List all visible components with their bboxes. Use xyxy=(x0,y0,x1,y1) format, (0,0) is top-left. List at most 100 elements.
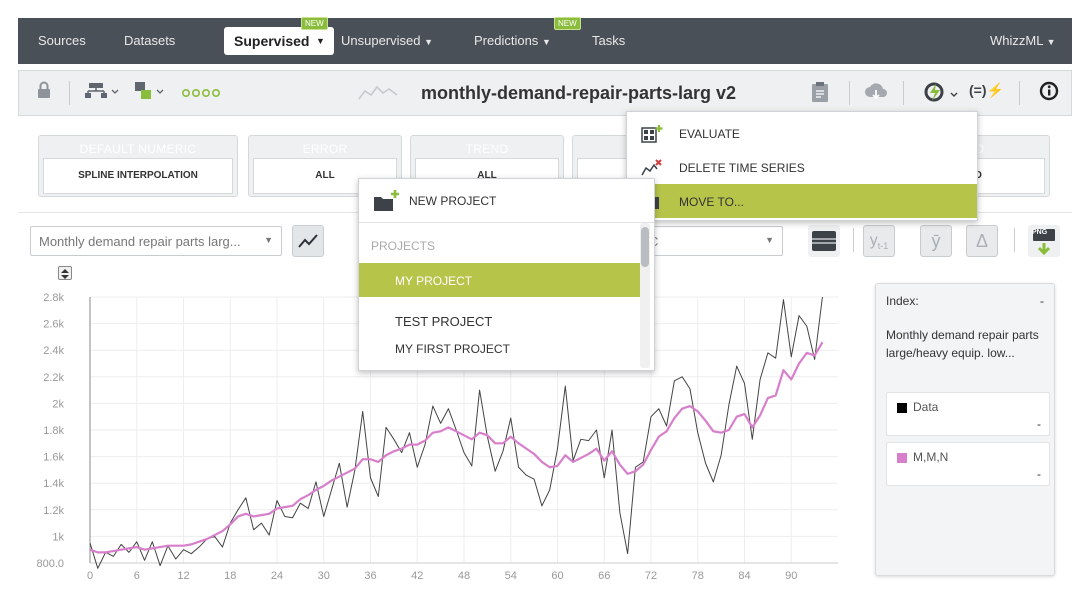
nav-datasets[interactable]: Datasets xyxy=(124,33,175,48)
whizzml-script-icon[interactable]: (=)⚡ xyxy=(969,82,1004,99)
y-tick-label: 2k xyxy=(52,398,64,410)
legend-label-data: Data xyxy=(913,400,939,414)
collapse-toggle-icon[interactable] xyxy=(58,266,72,280)
index-label: Index: xyxy=(886,294,919,308)
info-icon[interactable] xyxy=(1039,81,1059,106)
menu-label: DELETE TIME SERIES xyxy=(679,161,805,175)
panel-header: TREND xyxy=(465,142,509,156)
x-tick-label: 42 xyxy=(411,570,423,582)
top-nav: Sources Datasets Supervised ▼ NEW Unsupe… xyxy=(18,17,1072,64)
y-tick-label: 2.4k xyxy=(43,345,64,357)
x-tick-label: 60 xyxy=(551,570,563,582)
series-line-model xyxy=(89,341,824,554)
nav-supervised[interactable]: Supervised ▼ xyxy=(224,27,334,55)
y-tick-label: 1.2k xyxy=(43,505,64,517)
lightning-icon: ⚡ xyxy=(986,82,1004,98)
app-root: Sources Datasets Supervised ▼ NEW Unsupe… xyxy=(0,0,1077,610)
chevron-down-icon: ▼ xyxy=(424,37,434,47)
project-scrollbar-thumb[interactable] xyxy=(641,227,649,267)
x-tick-label: 30 xyxy=(318,570,330,582)
clipboard-icon[interactable] xyxy=(811,81,829,108)
panel-header: DEFAULT NUMERIC xyxy=(79,142,197,156)
legend-swatch-data xyxy=(897,403,907,413)
mean-button[interactable]: ȳ xyxy=(920,225,952,257)
x-tick-label: 18 xyxy=(224,570,236,582)
lag-button-label: y xyxy=(869,232,878,249)
legend-label-model: M,M,N xyxy=(913,450,949,464)
projects-header: PROJECTS xyxy=(371,239,436,253)
chevron-down-icon: ▼ xyxy=(316,36,325,46)
legend-item-data[interactable]: Data - xyxy=(886,392,1050,436)
png-label: PNG xyxy=(1032,229,1048,236)
lag-button[interactable]: yt-1 xyxy=(863,225,895,257)
numeric-field-icon[interactable] xyxy=(133,81,167,106)
nav-tasks[interactable]: Tasks xyxy=(592,33,625,48)
line-chart-button[interactable] xyxy=(292,225,324,257)
new-badge: NEW xyxy=(301,17,328,30)
nav-predictions-label: Predictions xyxy=(474,33,539,48)
legend-panel: Index: - Monthly demand repair parts lar… xyxy=(875,283,1055,576)
new-project-label: NEW PROJECT xyxy=(409,194,497,208)
legend-swatch-model xyxy=(897,453,907,463)
actions-icon[interactable] xyxy=(923,81,961,108)
lock-icon[interactable] xyxy=(37,81,51,104)
default-numeric-panel[interactable]: DEFAULT NUMERIC SPLINE INTERPOLATION xyxy=(38,135,238,197)
menu-item-move-to[interactable]: MOVE TO... xyxy=(627,184,977,218)
x-tick-label: 90 xyxy=(785,570,797,582)
y-tick-label: 1k xyxy=(52,531,64,543)
panel-value: SPLINE INTERPOLATION xyxy=(43,158,233,194)
toolbar-separator xyxy=(849,81,850,105)
menu-label: EVALUATE xyxy=(679,127,740,141)
panel-header: ERROR xyxy=(302,142,348,156)
evaluate-icon xyxy=(641,125,663,143)
y-tick-label: 1.6k xyxy=(43,452,64,464)
field-select[interactable]: Monthly demand repair parts larg... ▼ xyxy=(30,226,282,256)
nav-unsupervised-label: Unsupervised xyxy=(341,33,421,48)
toolbar-separator xyxy=(903,81,904,105)
y-tick-label: 1.4k xyxy=(43,478,64,490)
legend-value-model: - xyxy=(1037,467,1041,481)
project-item-my-first-project[interactable]: MY FIRST PROJECT xyxy=(359,331,641,365)
model-select[interactable]: C ▼ xyxy=(640,226,783,256)
x-tick-label: 24 xyxy=(271,570,283,582)
nav-supervised-label: Supervised xyxy=(234,33,310,49)
controls-separator xyxy=(853,228,854,252)
new-project-item[interactable]: NEW PROJECT xyxy=(359,179,654,223)
nav-whizzml-label: WhizzML xyxy=(990,33,1043,48)
delta-button[interactable]: Δ xyxy=(966,225,998,257)
dots-icon[interactable] xyxy=(181,85,225,103)
x-tick-label: 78 xyxy=(692,570,704,582)
chevron-down-icon: ▼ xyxy=(541,37,551,47)
y-tick-label: 800.0 xyxy=(36,558,64,570)
project-label: TEST PROJECT xyxy=(395,314,493,329)
legend-item-model[interactable]: M,M,N - xyxy=(886,442,1050,486)
field-description: Monthly demand repair parts large/heavy … xyxy=(886,328,1039,360)
png-export-button[interactable]: PNG xyxy=(1028,225,1060,257)
x-tick-label: 12 xyxy=(177,570,189,582)
y-tick-label: 2.2k xyxy=(43,372,64,384)
nav-unsupervised[interactable]: Unsupervised ▼ xyxy=(341,33,433,48)
index-value: - xyxy=(1040,294,1044,308)
folder-add-icon xyxy=(373,189,401,218)
project-label: MY PROJECT xyxy=(395,274,473,288)
project-item-my-project[interactable]: MY PROJECT xyxy=(359,263,641,297)
area-toggle-button[interactable] xyxy=(808,225,840,257)
menu-item-delete[interactable]: DELETE TIME SERIES xyxy=(627,150,977,184)
nav-predictions[interactable]: Predictions ▼ xyxy=(474,33,551,48)
menu-item-evaluate[interactable]: EVALUATE xyxy=(627,116,977,150)
cloud-download-icon[interactable] xyxy=(864,81,888,108)
x-tick-label: 6 xyxy=(134,570,140,582)
x-tick-label: 72 xyxy=(645,570,657,582)
timeseries-icon xyxy=(357,83,401,108)
nav-whizzml[interactable]: WhizzML ▼ xyxy=(990,33,1056,48)
x-tick-label: 36 xyxy=(364,570,376,582)
actions-dropdown: EVALUATE DELETE TIME SERIES MOVE TO... xyxy=(626,111,978,221)
field-select-value: Monthly demand repair parts larg... xyxy=(39,234,241,249)
y-tick-label: 1.8k xyxy=(43,425,64,437)
toolbar-separator xyxy=(69,81,70,105)
tree-icon[interactable] xyxy=(85,81,119,106)
chevron-down-icon: ▼ xyxy=(264,235,273,245)
nav-sources[interactable]: Sources xyxy=(38,33,86,48)
x-tick-label: 0 xyxy=(87,570,93,582)
y-tick-label: 2.6k xyxy=(43,319,64,331)
